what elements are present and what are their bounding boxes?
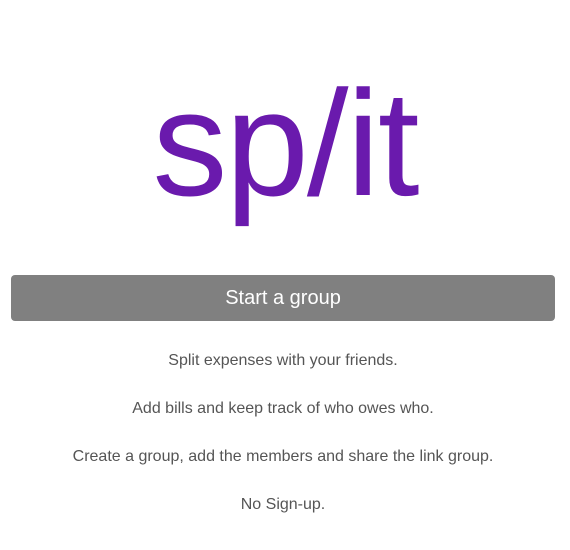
- tagline-split-expenses: Split expenses with your friends.: [168, 352, 398, 369]
- logo-text: sp/it: [152, 59, 419, 227]
- tagline-create-group: Create a group, add the members and shar…: [72, 448, 494, 465]
- tagline-no-signup: No Sign-up.: [240, 496, 326, 513]
- tagline-add-bills: Add bills and keep track of who owes who…: [132, 400, 434, 417]
- start-group-button[interactable]: Start a group: [11, 275, 555, 321]
- app-logo: sp/it: [0, 68, 570, 218]
